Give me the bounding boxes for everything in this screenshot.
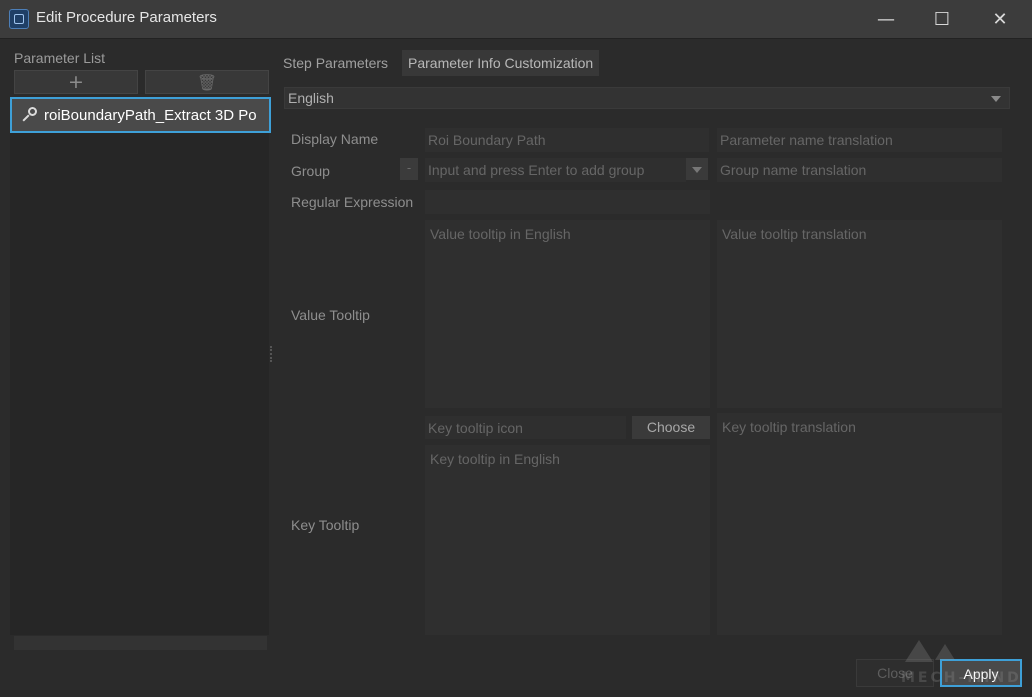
group-dropdown-button[interactable] xyxy=(686,158,708,180)
app-icon xyxy=(9,9,29,29)
close-window-button[interactable]: ✕ xyxy=(972,0,1028,38)
key-tooltip-icon-input[interactable]: Key tooltip icon xyxy=(425,416,626,439)
minimize-button[interactable]: — xyxy=(858,0,914,38)
group-input[interactable]: Input and press Enter to add group xyxy=(425,158,686,182)
choose-icon-button[interactable]: Choose xyxy=(632,416,710,439)
key-tooltip-translation-textarea[interactable]: Key tooltip translation xyxy=(717,413,1002,635)
tab-parameter-info-customization[interactable]: Parameter Info Customization xyxy=(402,50,600,76)
chevron-down-icon xyxy=(991,96,1001,102)
add-parameter-button[interactable]: + xyxy=(14,70,138,94)
group-label: Group xyxy=(291,163,330,179)
display-name-input[interactable]: Roi Boundary Path xyxy=(425,128,709,152)
minimize-icon: — xyxy=(877,8,895,30)
logo-shape-icon xyxy=(935,644,955,660)
delete-parameter-button[interactable]: 🗑 xyxy=(145,70,269,94)
pin-icon xyxy=(20,106,38,124)
watermark-logo: MECH-MIND xyxy=(895,640,1025,690)
parameter-item-label: roiBoundaryPath_Extract 3D Po xyxy=(44,106,257,124)
parameter-list-item[interactable]: roiBoundaryPath_Extract 3D Po xyxy=(10,97,271,133)
close-icon: ✕ xyxy=(992,8,1008,30)
language-select[interactable]: English xyxy=(284,87,1010,109)
trash-icon: 🗑 xyxy=(196,72,218,92)
value-tooltip-label: Value Tooltip xyxy=(291,307,370,323)
group-translation-input[interactable]: Group name translation xyxy=(717,158,1002,182)
panel-splitter-handle[interactable] xyxy=(270,346,274,362)
plus-icon: + xyxy=(68,71,84,93)
key-tooltip-english-textarea[interactable]: Key tooltip in English xyxy=(425,445,710,635)
parameter-list-title: Parameter List xyxy=(14,50,106,66)
value-tooltip-english-textarea[interactable]: Value tooltip in English xyxy=(425,220,710,408)
display-name-translation-input[interactable]: Parameter name translation xyxy=(717,128,1002,152)
logo-shape-icon xyxy=(905,640,933,662)
parameter-list-panel: Parameter List + 🗑 roiBoundaryPath_Extra… xyxy=(0,39,275,697)
key-tooltip-label: Key Tooltip xyxy=(291,517,360,533)
maximize-button[interactable]: ☐ xyxy=(914,0,970,38)
group-remove-button[interactable]: - xyxy=(400,158,418,180)
language-value: English xyxy=(288,90,334,106)
maximize-icon: ☐ xyxy=(933,8,951,30)
display-name-label: Display Name xyxy=(291,131,379,147)
regular-expression-label: Regular Expression xyxy=(291,194,414,210)
title-bar: Edit Procedure Parameters — ☐ ✕ xyxy=(0,0,1032,39)
window-title: Edit Procedure Parameters xyxy=(36,9,217,26)
watermark-text: MECH-MIND xyxy=(901,670,1022,686)
tab-step-parameters[interactable]: Step Parameters xyxy=(277,50,394,76)
value-tooltip-translation-textarea[interactable]: Value tooltip translation xyxy=(717,220,1002,408)
regular-expression-input[interactable] xyxy=(425,190,710,214)
horizontal-scrollbar[interactable] xyxy=(14,636,267,650)
parameter-list: roiBoundaryPath_Extract 3D Po xyxy=(10,97,271,635)
